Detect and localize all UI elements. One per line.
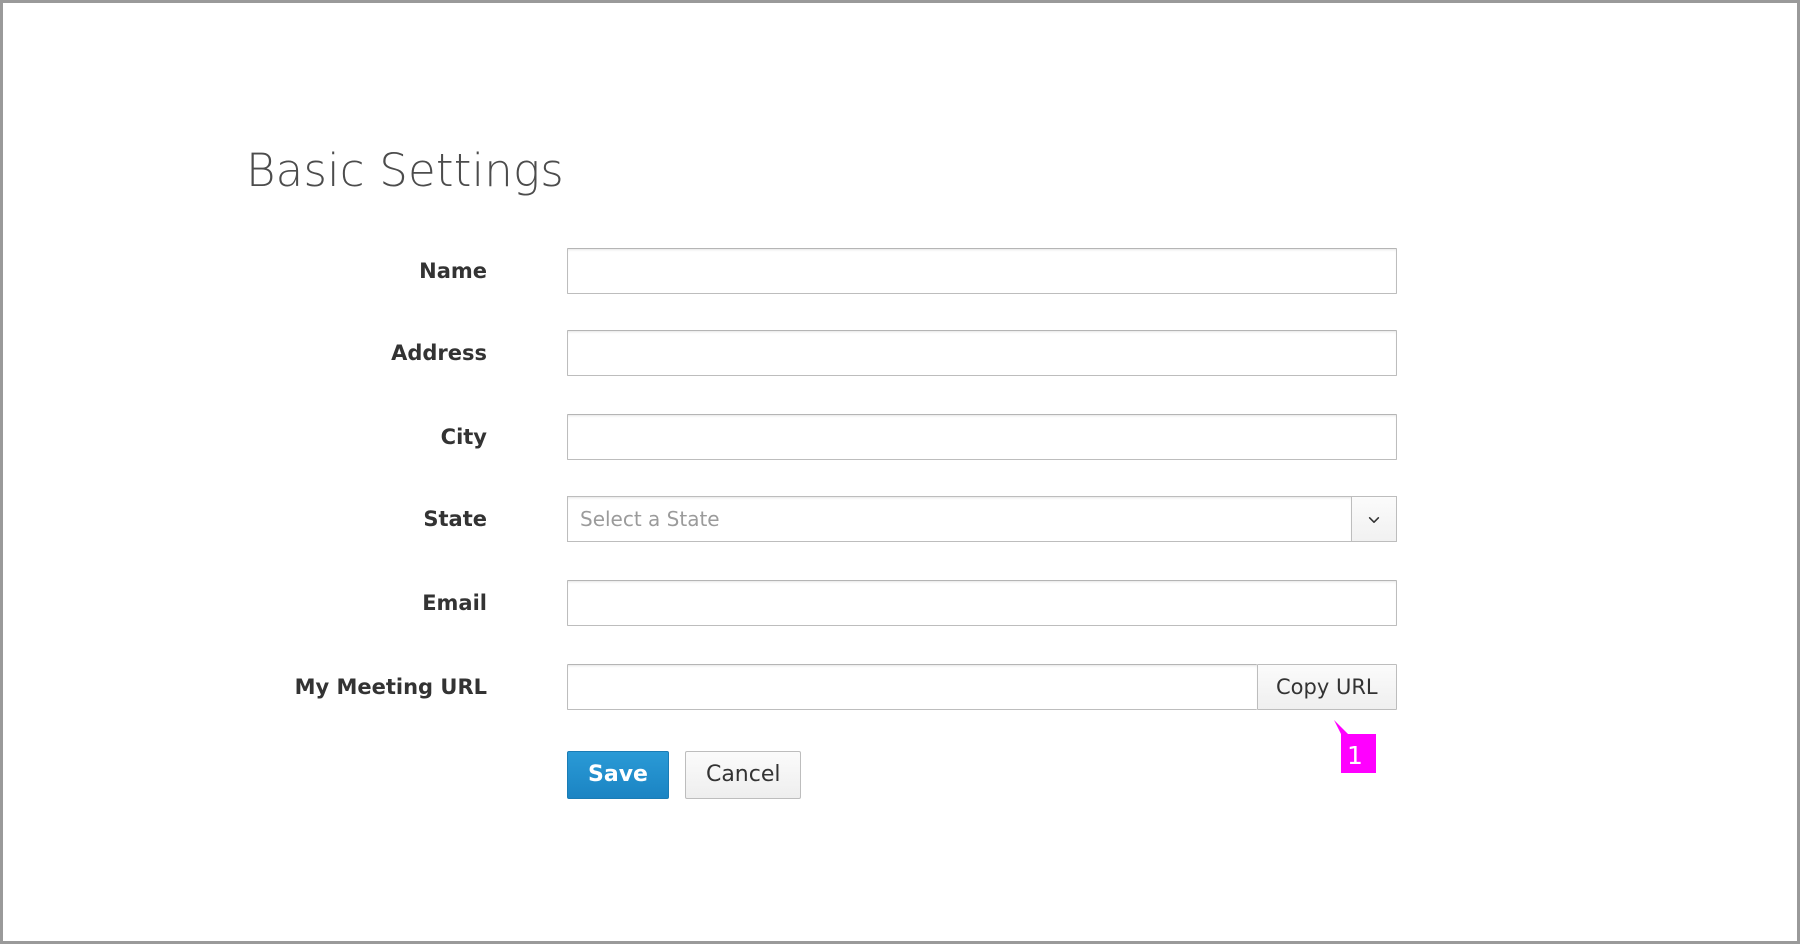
field-label-address: Address (391, 341, 487, 365)
state-select[interactable]: Select a State (567, 496, 1397, 542)
cancel-button[interactable]: Cancel (684, 751, 802, 799)
field-slot-state: Select a State (567, 496, 1397, 542)
field-label-email: Email (422, 591, 487, 615)
field-label-state: State (423, 507, 487, 531)
field-slot-city (567, 414, 1397, 460)
field-slot-meeting-url: Copy URL (567, 664, 1397, 710)
email-input[interactable] (567, 580, 1397, 626)
meeting-url-input[interactable] (567, 664, 1257, 710)
form-actions: Save Cancel (567, 751, 802, 799)
settings-page: Basic Settings Name Address City State S… (3, 3, 1797, 941)
field-label-name: Name (419, 259, 487, 283)
label-slot-email: Email (187, 580, 487, 626)
page-title: Basic Settings (246, 144, 564, 197)
state-select-toggle[interactable] (1351, 496, 1397, 542)
save-button[interactable]: Save (567, 751, 669, 799)
name-input[interactable] (567, 248, 1397, 294)
field-slot-address (567, 330, 1397, 376)
label-slot-city: City (187, 414, 487, 460)
field-slot-name (567, 248, 1397, 294)
field-label-meeting-url: My Meeting URL (294, 675, 487, 699)
city-input[interactable] (567, 414, 1397, 460)
label-slot-meeting-url: My Meeting URL (187, 664, 487, 710)
field-slot-email (567, 580, 1397, 626)
chevron-down-icon (1367, 512, 1381, 526)
copy-url-button[interactable]: Copy URL (1257, 664, 1397, 710)
page-frame: Basic Settings Name Address City State S… (0, 0, 1800, 944)
address-input[interactable] (567, 330, 1397, 376)
annotation-number: 1 (1347, 741, 1363, 770)
label-slot-state: State (187, 496, 487, 542)
label-slot-address: Address (187, 330, 487, 376)
annotation-marker-1: 1 (1334, 720, 1376, 773)
label-slot-name: Name (187, 248, 487, 294)
field-label-city: City (440, 425, 487, 449)
meeting-url-input-group: Copy URL (567, 664, 1397, 710)
state-select-value[interactable]: Select a State (567, 496, 1351, 542)
